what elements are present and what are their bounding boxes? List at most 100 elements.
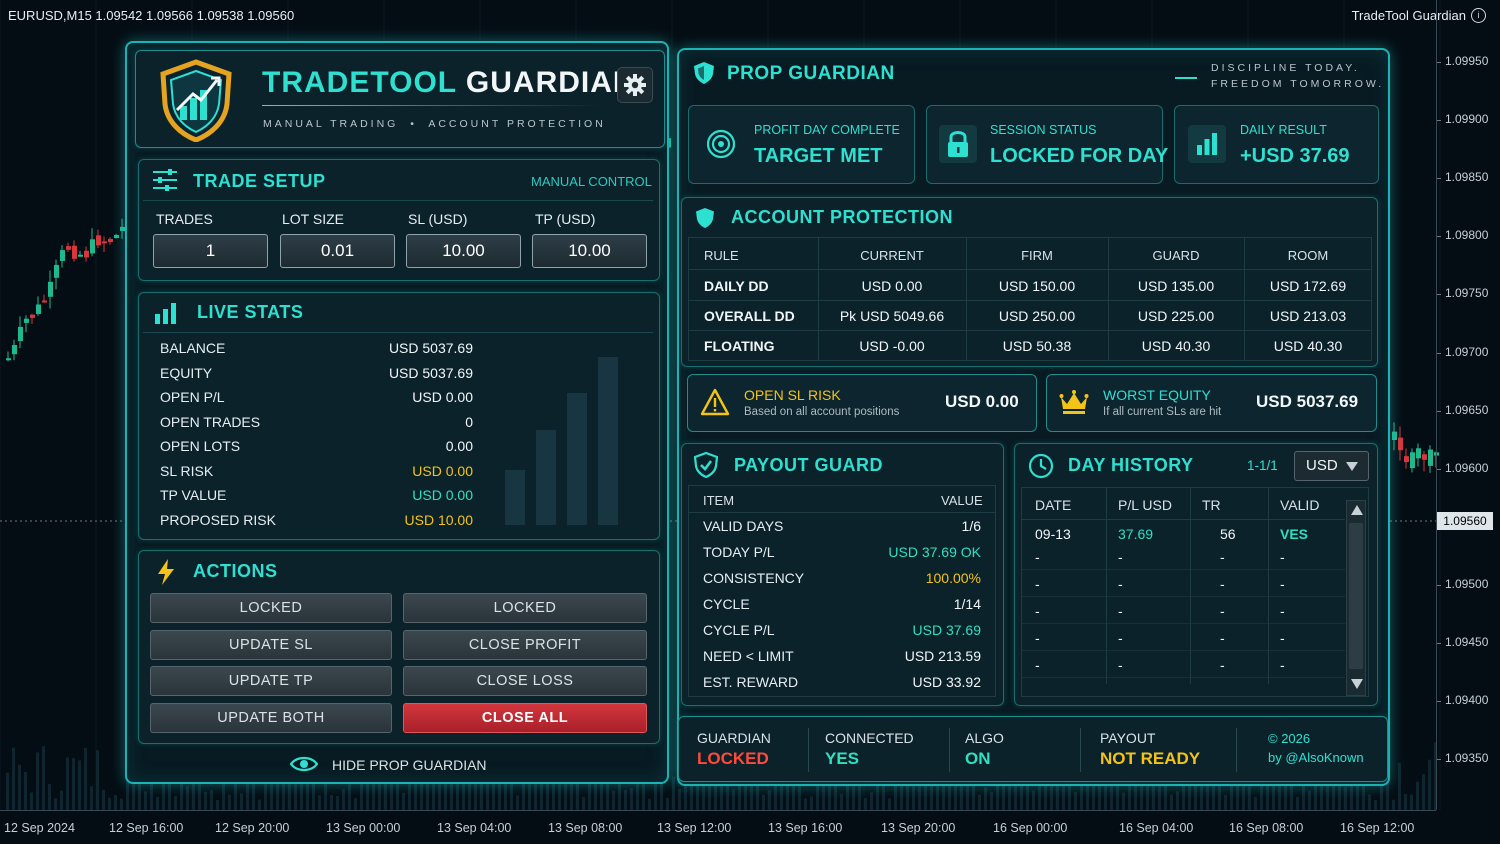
sl-input[interactable]: 10.00 [406, 234, 521, 268]
update-both-button[interactable]: UPDATE BOTH [150, 703, 392, 733]
close-loss-button[interactable]: CLOSE LOSS [403, 666, 647, 696]
brand-title: TRADETOOL GUARDIAN [262, 66, 636, 100]
volume-bar [96, 750, 99, 810]
update-tp-button[interactable]: UPDATE TP [150, 666, 392, 696]
live-stat-label: TP VALUE [160, 487, 227, 503]
volume-bar [24, 771, 27, 810]
current-price-label: 1.09560 [1437, 512, 1493, 530]
currency-select[interactable]: USD [1294, 451, 1369, 481]
protection-cell: USD 250.00 [998, 308, 1076, 324]
payout-guard-title: PAYOUT GUARD [734, 455, 884, 475]
volume-bar [1344, 787, 1347, 810]
status-value: ON [965, 749, 991, 768]
close-all-button[interactable]: CLOSE ALL [403, 703, 647, 733]
table-row-line [1022, 596, 1345, 597]
table-row-line [689, 512, 995, 513]
volume-bar [888, 798, 891, 810]
volume-bar [78, 760, 81, 810]
worst-equity-value: USD 5037.69 [1256, 392, 1359, 411]
protection-header: RULE [704, 248, 739, 263]
settings-button[interactable] [617, 67, 653, 103]
price-label: 1.09850 [1445, 170, 1489, 185]
live-stat-label: SL RISK [160, 462, 214, 479]
history-cell: - [1220, 549, 1225, 565]
time-label: 13 Sep 08:00 [548, 821, 623, 835]
volume-bar [624, 789, 627, 810]
time-label: 12 Sep 20:00 [215, 821, 290, 835]
daily-result-value: +USD 37.69 [1240, 145, 1350, 167]
candle-body [6, 358, 11, 361]
payout-item-label: NEED < LIMIT [703, 648, 794, 664]
volume-bar [666, 797, 669, 810]
volume-bar [1368, 794, 1371, 810]
history-cell: - [1220, 576, 1225, 592]
crown-icon [1059, 390, 1089, 414]
day-history-page: 1-1/1 [1247, 458, 1278, 473]
candle-body [18, 326, 23, 342]
protection-cell: Pk USD 5049.66 [839, 308, 945, 324]
live-stat-label: BALANCE [160, 340, 226, 356]
decorative-bars [505, 357, 618, 525]
candle-body [60, 250, 65, 261]
locked-button-1[interactable]: LOCKED [150, 593, 392, 623]
volume-bar [210, 790, 213, 810]
price-label: 1.09950 [1445, 54, 1489, 68]
payout-item-label: CONSISTENCY [703, 570, 805, 586]
shield-check-icon [694, 452, 718, 478]
motto-line-1: DISCIPLINE TODAY. [1211, 62, 1360, 74]
tp-input[interactable]: 10.00 [532, 234, 647, 268]
volume-bar [768, 790, 771, 810]
price-tick [1437, 352, 1441, 354]
status-value: LOCKED [697, 749, 769, 768]
price-label: 1.09750 [1445, 286, 1489, 301]
history-cell: - [1220, 630, 1225, 646]
volume-bar [732, 789, 735, 810]
volume-bar [612, 790, 615, 810]
payout-item-label: VALID DAYS [703, 518, 784, 534]
scroll-thumb[interactable] [1349, 523, 1363, 669]
lot-size-input[interactable]: 0.01 [280, 234, 395, 268]
history-cell: - [1118, 657, 1123, 673]
volume-bar [144, 791, 147, 810]
close-profit-button[interactable]: CLOSE PROFIT [403, 630, 647, 660]
history-cell: - [1220, 603, 1225, 619]
symbol-info: EURUSD,M15 1.09542 1.09566 1.09538 1.095… [8, 8, 295, 23]
payout-item-value: USD 37.69 OK [888, 544, 981, 560]
scroll-up-icon[interactable] [1351, 505, 1363, 515]
volume-bar [330, 795, 333, 810]
volume-bar [72, 758, 75, 810]
candle-body [48, 281, 53, 297]
volume-bar [84, 747, 87, 810]
time-label: 16 Sep 04:00 [1119, 821, 1194, 835]
update-sl-button[interactable]: UPDATE SL [150, 630, 392, 660]
candle-body [30, 314, 35, 318]
tagline-sep: • [410, 118, 417, 130]
history-scrollbar[interactable] [1346, 500, 1366, 696]
payout-item-label: TODAY P/L [703, 544, 775, 560]
volume-bar [1176, 791, 1179, 810]
worst-equity-sub: If all current SLs are hit [1103, 406, 1222, 418]
table-row-line [1022, 569, 1345, 570]
live-stat-value: 0.00 [445, 438, 473, 454]
shield-icon [696, 208, 714, 228]
price-tick [1437, 178, 1441, 180]
warning-icon [700, 388, 730, 416]
volume-bar [840, 793, 843, 810]
candle-body [24, 318, 29, 323]
volume-bar [114, 795, 117, 810]
volume-bar [930, 786, 933, 810]
time-label: 13 Sep 04:00 [437, 821, 512, 835]
volume-bar [1398, 762, 1401, 810]
hide-prop-guardian-button[interactable]: HIDE PROP GUARDIAN [288, 753, 498, 777]
history-cell: VES [1280, 526, 1309, 542]
volume-bar [216, 799, 219, 810]
locked-button-2[interactable]: LOCKED [403, 593, 647, 623]
shield-icon [694, 62, 714, 84]
live-stat-value: USD 0.00 [412, 487, 473, 503]
history-cell: - [1035, 630, 1040, 646]
day-history-title: DAY HISTORY [1068, 455, 1194, 475]
scroll-down-icon[interactable] [1351, 679, 1363, 689]
status-value: YES [825, 749, 860, 768]
volume-bar [1170, 794, 1173, 810]
trades-input[interactable]: 1 [153, 234, 268, 268]
